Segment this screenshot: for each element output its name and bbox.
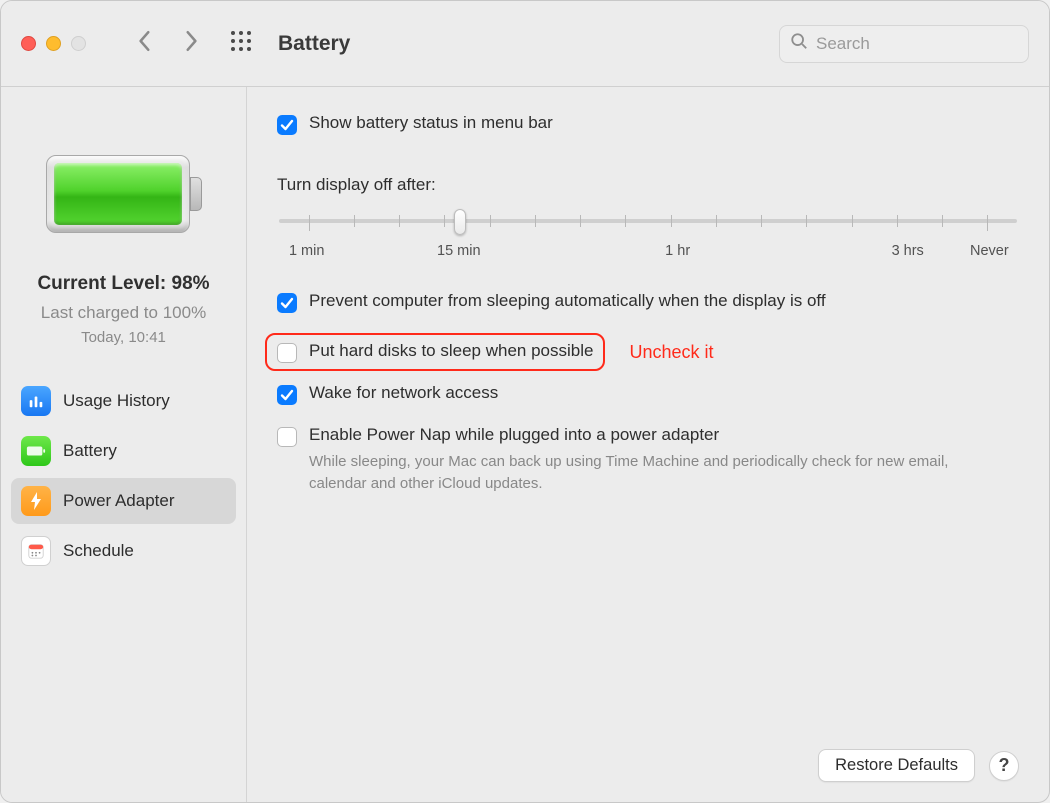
sidebar-item-schedule[interactable]: Schedule [11,528,236,574]
search-input[interactable] [816,34,1018,54]
titlebar: Battery [1,1,1049,87]
search-icon [790,32,808,55]
wake-network-checkbox[interactable] [277,385,297,405]
sidebar-item-label: Usage History [63,391,170,411]
zoom-window-button[interactable] [71,36,86,51]
option-label: Wake for network access [309,383,498,403]
display-off-slider-block: Turn display off after: 1 min 15 min 1 h… [277,175,1019,263]
slider-label-3hrs: 3 hrs [892,243,924,259]
battery-illustration [46,155,202,233]
slider-label-1hr: 1 hr [665,243,690,259]
prevent-sleep-checkbox[interactable] [277,293,297,313]
sidebar-nav: Usage History Battery Power Adapter [11,378,236,574]
slider-label-1min: 1 min [289,243,324,259]
sidebar-item-power-adapter[interactable]: Power Adapter [11,478,236,524]
display-off-slider[interactable] [279,209,1017,243]
sidebar-item-usage-history[interactable]: Usage History [11,378,236,424]
minimize-window-button[interactable] [46,36,61,51]
option-wake-network: Wake for network access [277,383,1019,405]
forward-button[interactable] [182,30,200,57]
chart-icon [21,386,51,416]
current-level-label: Current Level: 98% [37,273,209,295]
sidebar-item-label: Power Adapter [63,491,175,511]
power-nap-checkbox[interactable] [277,427,297,447]
option-label: Enable Power Nap while plugged into a po… [309,425,719,445]
sidebar-item-label: Schedule [63,541,134,561]
show-status-row: Show battery status in menu bar [277,113,1019,135]
option-description: While sleeping, your Mac can back up usi… [309,451,999,495]
help-button[interactable]: ? [989,751,1019,781]
close-window-button[interactable] [21,36,36,51]
body: Current Level: 98% Last charged to 100% … [1,87,1049,802]
footer: Restore Defaults ? [818,749,1019,782]
main-pane: Show battery status in menu bar Turn dis… [247,87,1049,802]
show-all-prefs-button[interactable] [230,30,252,57]
annotation-text: Uncheck it [629,342,713,363]
sidebar-item-label: Battery [63,441,117,461]
window-controls [21,36,86,51]
battery-icon [21,436,51,466]
slider-label-15min: 15 min [437,243,481,259]
last-charged-label: Last charged to 100% [41,303,206,323]
bolt-icon [21,486,51,516]
page-title: Battery [278,32,767,56]
option-hard-disks-row: Put hard disks to sleep when possible Un… [277,333,1019,371]
options-group: Prevent computer from sleeping automatic… [277,291,1019,495]
slider-title: Turn display off after: [277,175,1019,195]
show-status-label: Show battery status in menu bar [309,113,553,133]
hard-disks-sleep-checkbox[interactable] [277,343,297,363]
option-label: Put hard disks to sleep when possible [309,341,593,361]
system-preferences-window: Battery Current Level: 98% Last charged … [0,0,1050,803]
back-button[interactable] [136,30,154,57]
sidebar: Current Level: 98% Last charged to 100% … [1,87,247,802]
sidebar-item-battery[interactable]: Battery [11,428,236,474]
search-field[interactable] [779,25,1029,63]
option-prevent-sleep: Prevent computer from sleeping automatic… [277,291,1019,313]
option-label: Prevent computer from sleeping automatic… [309,291,826,311]
show-status-checkbox[interactable] [277,115,297,135]
slider-tick-labels: 1 min 15 min 1 hr 3 hrs Never [277,243,1019,263]
nav-buttons [136,30,200,57]
annotation-highlight-box: Put hard disks to sleep when possible [265,333,605,371]
slider-label-never: Never [970,243,1009,259]
calendar-icon [21,536,51,566]
option-power-nap: Enable Power Nap while plugged into a po… [277,425,1019,495]
restore-defaults-button[interactable]: Restore Defaults [818,749,975,782]
last-charged-time: Today, 10:41 [81,329,166,346]
